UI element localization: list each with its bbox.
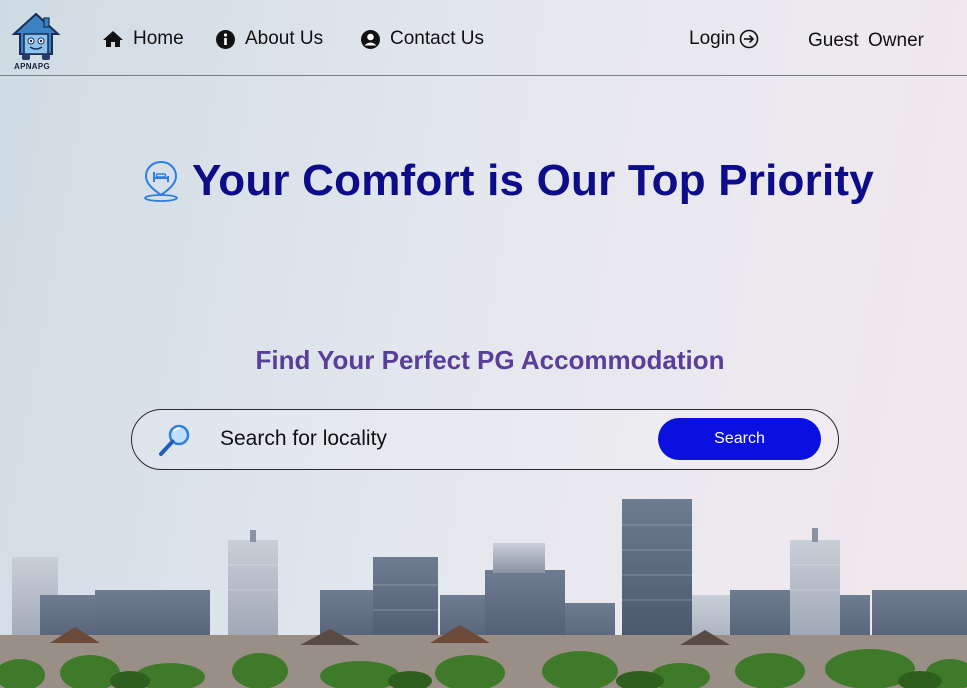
owner-link[interactable]: Owner (868, 30, 924, 52)
nav-contact-label: Contact Us (390, 28, 484, 49)
hero-subtitle: Find Your Perfect PG Accommodation (255, 345, 725, 375)
locality-search-input[interactable] (220, 422, 640, 456)
nav-home-label: Home (133, 28, 184, 49)
nav-home-link[interactable]: Home (103, 28, 184, 50)
info-circle-icon (216, 29, 235, 49)
magnifier-icon (159, 424, 190, 456)
login-label: Login (689, 28, 736, 49)
nav-about-label: About Us (245, 28, 324, 49)
guest-link[interactable]: Guest (808, 30, 859, 52)
hero-heading: Your Comfort is Our Top Priority (142, 156, 874, 206)
house-mascot-icon (11, 12, 61, 60)
nav-about-link[interactable]: About Us (216, 28, 323, 50)
login-link[interactable]: Login (689, 28, 759, 50)
logo-text: APNAPG (14, 62, 51, 71)
search-button[interactable]: Search (658, 418, 821, 460)
location-bed-icon (144, 160, 178, 202)
top-navbar: APNAPG Home About Us Contact Us Login Gu… (0, 0, 967, 76)
nav-contact-link[interactable]: Contact Us (361, 28, 484, 50)
home-icon (103, 31, 123, 47)
city-skyline-image (0, 499, 967, 688)
user-circle-icon (361, 29, 380, 49)
search-bar: Search (131, 409, 839, 470)
hero-title: Your Comfort is Our Top Priority (192, 156, 874, 205)
sign-in-arrow-icon (739, 29, 758, 49)
